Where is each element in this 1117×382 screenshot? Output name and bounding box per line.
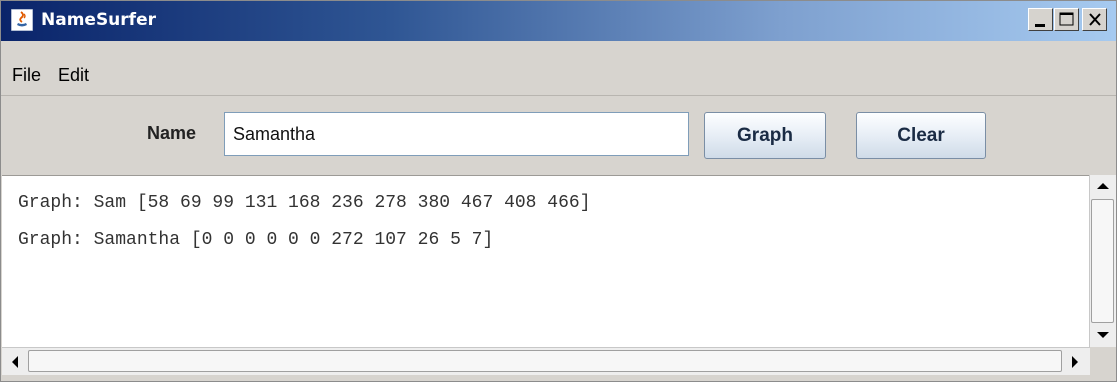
- maximize-icon: [1059, 12, 1074, 26]
- title-bar[interactable]: NameSurfer: [1, 1, 1116, 41]
- name-label: Name: [147, 123, 197, 143]
- vertical-scrollbar[interactable]: [1089, 175, 1116, 347]
- vertical-scroll-thumb[interactable]: [1091, 199, 1114, 323]
- horizontal-scrollbar[interactable]: [2, 347, 1090, 375]
- minimize-button[interactable]: [1028, 8, 1053, 31]
- close-button[interactable]: [1082, 8, 1107, 31]
- output-text-area[interactable]: Graph: Sam [58 69 99 131 168 236 278 380…: [2, 175, 1090, 348]
- java-icon: [11, 9, 33, 31]
- graph-button[interactable]: Graph: [704, 112, 826, 159]
- scrollbar-corner: [1090, 347, 1116, 375]
- menu-edit[interactable]: Edit: [58, 65, 89, 86]
- menu-bar: File Edit: [1, 59, 1116, 93]
- output-line: Graph: Samantha [0 0 0 0 0 0 272 107 26 …: [18, 230, 494, 250]
- close-icon: [1089, 13, 1101, 26]
- name-input[interactable]: [224, 112, 689, 156]
- window-title: NameSurfer: [41, 10, 156, 30]
- minimize-icon: [1035, 24, 1045, 27]
- output-line: Graph: Sam [58 69 99 131 168 236 278 380…: [18, 193, 591, 213]
- app-window: NameSurfer File Edit Name Graph Clear Gr…: [0, 0, 1117, 382]
- scroll-down-icon[interactable]: [1096, 330, 1110, 340]
- menu-file[interactable]: File: [12, 65, 41, 86]
- menu-separator: [1, 95, 1116, 96]
- scroll-left-icon[interactable]: [10, 355, 20, 369]
- maximize-button[interactable]: [1054, 8, 1079, 31]
- scroll-right-icon[interactable]: [1070, 355, 1080, 369]
- horizontal-scroll-thumb[interactable]: [28, 350, 1062, 372]
- scroll-up-icon[interactable]: [1096, 181, 1110, 191]
- clear-button[interactable]: Clear: [856, 112, 986, 159]
